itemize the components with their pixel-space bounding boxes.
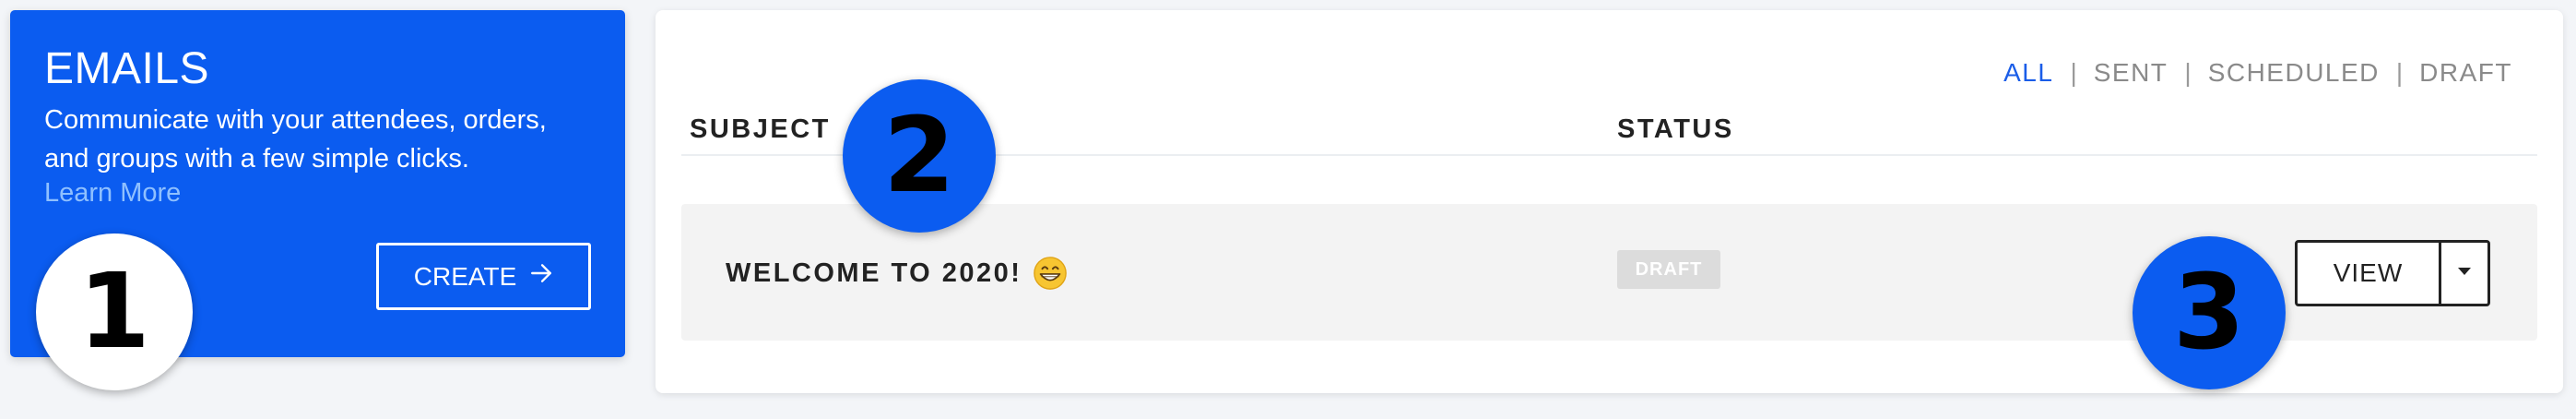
callout-marker-1: 1 [36,233,193,390]
filter-separator: | [2395,58,2404,87]
filter-draft[interactable]: DRAFT [2419,58,2512,88]
filter-sent[interactable]: SENT [2094,58,2168,88]
view-dropdown-toggle[interactable] [2441,243,2487,304]
filter-separator: | [2184,58,2192,87]
filter-scheduled[interactable]: SCHEDULED [2208,58,2380,88]
filter-separator: | [2070,58,2077,87]
callout-marker-3: 3 [2133,236,2286,389]
filter-tabs: ALL | SENT | SCHEDULED | DRAFT [2003,58,2512,88]
view-button[interactable]: VIEW [2298,243,2441,304]
learn-more-link[interactable]: Learn More [44,178,181,209]
create-button[interactable]: CREATE [376,243,591,310]
column-header-status: STATUS [1617,114,1734,144]
row-subject-text: WELCOME TO 2020! [726,257,1022,288]
caret-down-icon [2456,265,2473,281]
create-button-label: CREATE [413,261,517,291]
arrow-right-icon [529,261,553,292]
promo-title: EMAILS [44,44,210,93]
view-split-button: VIEW [2295,240,2490,306]
row-subject: WELCOME TO 2020! [726,256,1068,291]
column-header-subject: SUBJECT [690,114,831,144]
status-badge: DRAFT [1617,250,1720,289]
grinning-face-icon [1033,256,1068,291]
filter-all[interactable]: ALL [2003,58,2053,88]
callout-marker-2: 2 [843,79,996,233]
promo-description: Communicate with your attendees, orders,… [44,105,547,174]
